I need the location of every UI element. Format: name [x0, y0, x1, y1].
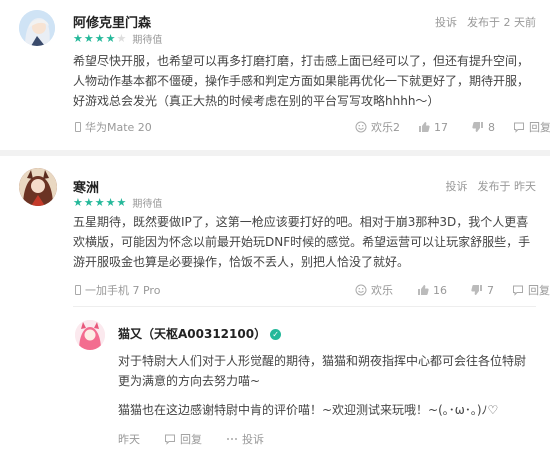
rating-tag: 期待值 [132, 199, 163, 210]
star-icon: ★ [105, 196, 116, 209]
star-icon: ★ [73, 32, 83, 45]
dislike-button[interactable]: 8 [472, 121, 495, 134]
star-icon: ★ [116, 196, 127, 209]
like-button[interactable]: 16 [417, 284, 447, 297]
post-time: 发布于 昨天 [477, 180, 537, 193]
thumbs-down-icon [471, 285, 482, 295]
review-actions: 欢乐 16 7 回复 [355, 282, 550, 298]
username[interactable]: 寒洲 [73, 177, 99, 196]
avatar-image [19, 168, 57, 206]
report-link[interactable]: 投诉 [446, 178, 468, 194]
thumbs-up-icon [418, 285, 429, 295]
report-button[interactable]: 投诉 [226, 431, 264, 447]
like-count: 17 [434, 120, 448, 134]
funny-button[interactable]: 欢乐 [355, 282, 393, 298]
post-time: 发布于 2 天前 [467, 16, 536, 29]
reply-button[interactable]: 回复 [164, 431, 202, 447]
review-actions: 欢乐2 17 8 回复 [355, 119, 550, 135]
star-icon: ★ [105, 32, 116, 45]
review-text: 五星期待，既然要做IP了，这第一枪应该要打好的吧。相对于崩3那种3D，我个人更喜… [73, 215, 531, 269]
dev-reply-actions: 昨天 回复 投诉 [118, 431, 264, 447]
star-icon: ★ [83, 196, 94, 209]
device-info: 一加手机 7 Pro [75, 282, 160, 298]
device-info: 华为Mate 20 [75, 119, 152, 135]
verified-badge-icon: ✓ [270, 329, 282, 340]
username[interactable]: 阿修克里门森 [73, 12, 151, 31]
star-icon: ★ [94, 196, 105, 209]
review-text: 希望尽快开服，也希望可以再多打磨打磨，打击感上面已经可以了，但还有提升空间，人物… [73, 54, 530, 108]
more-icon [227, 438, 237, 440]
dislike-count: 8 [488, 120, 495, 134]
comment-icon [165, 434, 175, 445]
smile-icon [355, 121, 367, 133]
star-rating: ★ ★ ★ ★ ★ 期待值 [73, 31, 162, 46]
star-empty-icon: ★ [116, 32, 127, 45]
dev-reply-text-2: 猫猫也在这边感谢特尉中肯的评价喵！~欢迎测试来玩哦！~(｡･ω･｡)ﾉ♡ [118, 403, 499, 417]
dev-reply-time: 昨天 [118, 433, 140, 446]
reply-button[interactable]: 回复 [513, 119, 550, 135]
dev-avatar[interactable] [75, 320, 105, 350]
reply-divider [73, 306, 536, 307]
funny-button[interactable]: 欢乐2 [355, 119, 400, 135]
avatar-image [75, 320, 105, 350]
star-rating: ★ ★ ★ ★ ★ 期待值 [73, 195, 162, 210]
avatar[interactable] [19, 10, 55, 46]
dislike-button[interactable]: 7 [471, 284, 494, 297]
comment-icon [513, 285, 523, 296]
device-name: 华为Mate 20 [85, 121, 152, 134]
star-icon: ★ [73, 196, 83, 209]
dev-reply-text-1: 对于特尉大人们对于人形觉醒的期待，猫猫和朔夜指挥中心都可会往各位特尉更为满意的方… [118, 354, 527, 388]
rating-tag: 期待值 [132, 35, 163, 46]
like-count: 16 [433, 283, 447, 297]
smile-icon [355, 284, 367, 296]
phone-icon [75, 285, 81, 295]
star-icon: ★ [83, 32, 94, 45]
reply-button[interactable]: 回复 [512, 282, 550, 298]
review-card: 阿修克里门森 ★ ★ ★ ★ ★ 期待值 投诉 发布于 2 天前 希望尽快开服，也希望可… [0, 0, 550, 150]
dislike-count: 7 [487, 283, 494, 297]
avatar-image [19, 10, 55, 46]
device-name: 一加手机 7 Pro [85, 284, 161, 297]
thumbs-down-icon [472, 122, 483, 132]
like-button[interactable]: 17 [418, 121, 448, 134]
phone-icon [75, 122, 81, 132]
review-meta: 投诉 发布于 昨天 [446, 178, 537, 194]
avatar[interactable] [19, 168, 57, 206]
dev-username[interactable]: 猫又（天枢A00312100） ✓ [118, 325, 282, 342]
report-link[interactable]: 投诉 [435, 14, 457, 30]
thumbs-up-icon [419, 122, 430, 132]
review-card: 寒洲 ★ ★ ★ ★ ★ 期待值 投诉 发布于 昨天 五星期待，既然要做IP了，这第一枪… [0, 156, 550, 461]
comment-icon [514, 122, 524, 133]
star-icon: ★ [94, 32, 105, 45]
review-meta: 投诉 发布于 2 天前 [435, 14, 536, 30]
